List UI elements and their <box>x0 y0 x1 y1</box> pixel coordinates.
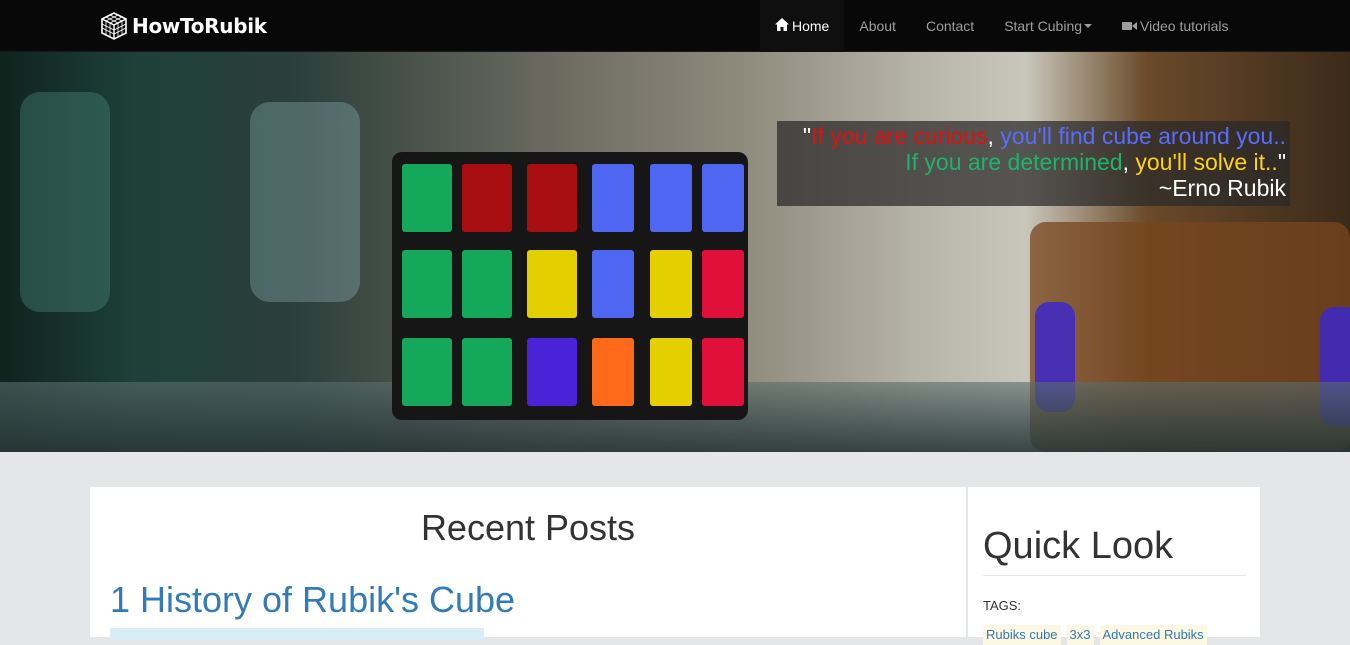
cube-sticker <box>650 250 692 318</box>
nav-contact[interactable]: Contact <box>911 0 989 52</box>
cube-sticker <box>462 250 512 318</box>
cube-sticker <box>702 338 744 406</box>
quote-line-1: "If you are curious, you'll find cube ar… <box>802 123 1286 149</box>
tag-rubiks-cube[interactable]: Rubiks cube <box>983 625 1061 645</box>
hero-banner: "If you are curious, you'll find cube ar… <box>0 52 1350 452</box>
post-title-link[interactable]: 1 History of Rubik's Cube <box>110 579 515 621</box>
brand-name: HowToRubik <box>132 14 267 38</box>
nav-start-cubing-dropdown[interactable]: Start Cubing <box>989 0 1107 52</box>
cube-sticker <box>462 338 512 406</box>
cube-sticker <box>402 250 452 318</box>
caret-down-icon <box>1084 24 1093 28</box>
divider <box>983 575 1246 576</box>
quick-look-sidebar: Quick Look TAGS: Rubiks cube 3x3 Advance… <box>967 487 1260 645</box>
cube-sticker <box>650 164 692 232</box>
quote-solve-it: you'll solve it.. <box>1128 149 1278 175</box>
hero-quote: "If you are curious, you'll find cube ar… <box>777 121 1290 206</box>
quote-curious: If you are curious <box>811 123 988 149</box>
cube-sticker <box>527 250 577 318</box>
navbar: HowToRubik Home About Contact Start Cubi… <box>0 0 1350 52</box>
cube-sticker <box>402 164 452 232</box>
cube-logo-icon <box>98 10 130 42</box>
cube-sticker <box>527 338 577 406</box>
tag-3x3[interactable]: 3x3 <box>1066 625 1094 645</box>
post-meta-bar <box>110 628 484 640</box>
nav-video-tutorials[interactable]: Video tutorials <box>1107 0 1243 52</box>
nav-home-label: Home <box>792 18 830 34</box>
tag-list: Rubiks cube 3x3 Advanced Rubiks <box>983 625 1213 645</box>
cube-sticker <box>592 250 634 318</box>
cube-sticker <box>527 164 577 232</box>
quote-find-cube: you'll find cube around you.. <box>993 123 1286 149</box>
cube-sticker <box>402 338 452 406</box>
main-nav: Home About Contact Start Cubing Video tu… <box>760 0 1244 52</box>
nav-contact-label: Contact <box>925 18 975 34</box>
cube-sticker <box>702 164 744 232</box>
quote-line-2: If you are determined, you'll solve it..… <box>905 149 1286 175</box>
quote-author: ~Erno Rubik <box>1158 175 1286 201</box>
nav-about-label: About <box>859 18 896 34</box>
cube-sticker <box>592 164 634 232</box>
rubiks-cube-image <box>392 152 748 420</box>
tags-label: TAGS: <box>983 598 1022 613</box>
nav-home[interactable]: Home <box>760 0 845 52</box>
home-icon <box>775 18 789 34</box>
cube-sticker <box>650 338 692 406</box>
cube-sticker <box>592 338 634 406</box>
recent-posts-heading: Recent Posts <box>420 507 636 548</box>
tag-advanced-rubiks[interactable]: Advanced Rubiks <box>1099 625 1207 645</box>
nav-about[interactable]: About <box>844 0 911 52</box>
recent-posts-panel: Recent Posts 1 History of Rubik's Cube <box>90 487 966 640</box>
quick-look-heading: Quick Look <box>983 525 1174 567</box>
nav-start-cubing-label: Start Cubing <box>1004 18 1083 34</box>
video-camera-icon <box>1122 18 1138 34</box>
cube-sticker <box>702 250 744 318</box>
cube-sticker <box>462 164 512 232</box>
brand-link[interactable]: HowToRubik <box>98 10 267 42</box>
quote-determined: If you are determined <box>905 149 1123 175</box>
nav-video-tutorials-label: Video tutorials <box>1140 18 1229 34</box>
